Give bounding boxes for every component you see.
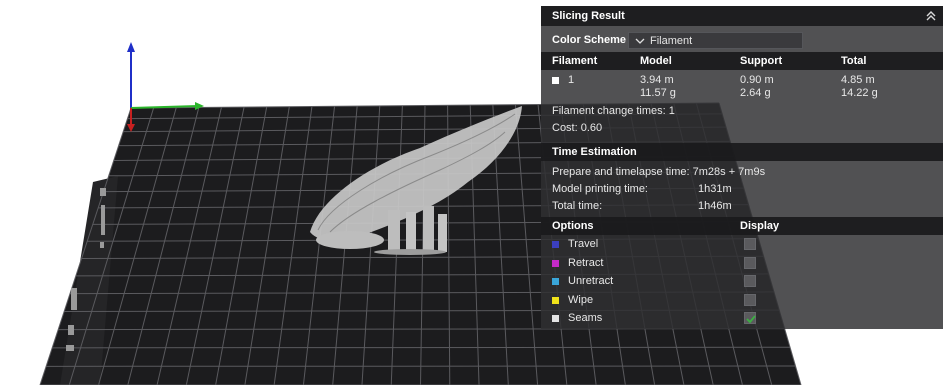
col-support: Support xyxy=(740,55,783,67)
color-scheme-value: Filament xyxy=(650,35,693,47)
collapse-icon[interactable] xyxy=(925,10,937,22)
option-display-checkbox[interactable] xyxy=(744,275,756,287)
option-display-checkbox[interactable] xyxy=(744,256,756,269)
option-label: Wipe xyxy=(568,293,594,306)
col-model: Model xyxy=(640,55,672,67)
filament-change-times: Filament change times: 1 xyxy=(552,105,675,117)
option-display-checkbox[interactable] xyxy=(744,312,756,324)
slicing-result-panel: Slicing Result Color Scheme Filament Fil… xyxy=(541,6,943,329)
support-length: 0.90 m xyxy=(740,74,774,86)
options-header: Options Display xyxy=(541,217,943,235)
model-printing-time-value: 1h31m xyxy=(698,183,732,195)
option-display-checkbox[interactable] xyxy=(744,238,756,250)
option-label: Retract xyxy=(568,256,604,269)
option-color-swatch xyxy=(552,315,559,322)
option-color-swatch xyxy=(552,296,559,304)
total-time-value: 1h46m xyxy=(698,200,732,212)
filament-color-swatch xyxy=(552,77,559,84)
option-color-swatch xyxy=(552,241,559,248)
total-time-label: Total time: xyxy=(552,200,603,212)
option-label: Travel xyxy=(568,238,599,250)
cost: Cost: 0.60 xyxy=(552,122,603,134)
option-label: Unretract xyxy=(568,275,614,287)
filament-table-header: Filament Model Support Total xyxy=(541,52,943,70)
options-title: Options xyxy=(552,220,594,232)
col-total: Total xyxy=(841,55,867,67)
support-weight: 2.64 g xyxy=(740,87,771,99)
color-scheme-label: Color Scheme xyxy=(552,34,626,46)
col-filament: Filament xyxy=(552,55,598,67)
chevron-down-icon xyxy=(635,38,645,44)
slicing-result-header[interactable]: Slicing Result xyxy=(541,6,943,26)
model-length: 3.94 m xyxy=(640,74,674,86)
option-color-swatch xyxy=(552,259,559,267)
time-estimation-title: Time Estimation xyxy=(552,146,637,158)
option-display-checkbox[interactable] xyxy=(744,293,756,306)
option-label: Seams xyxy=(568,312,603,324)
display-title: Display xyxy=(740,220,780,232)
filament-id: 1 xyxy=(568,74,575,86)
option-color-swatch xyxy=(552,278,559,285)
prepare-time: Prepare and timelapse time: 7m28s + 7m9s xyxy=(552,166,766,178)
total-weight: 14.22 g xyxy=(841,87,878,99)
total-length: 4.85 m xyxy=(841,74,875,86)
model-printing-time-label: Model printing time: xyxy=(552,183,648,195)
time-estimation-header: Time Estimation xyxy=(541,143,943,161)
slicing-result-title: Slicing Result xyxy=(552,10,625,22)
color-scheme-select[interactable]: Filament xyxy=(628,32,803,49)
checkmark-icon xyxy=(746,315,756,324)
model-weight: 11.57 g xyxy=(640,87,676,99)
